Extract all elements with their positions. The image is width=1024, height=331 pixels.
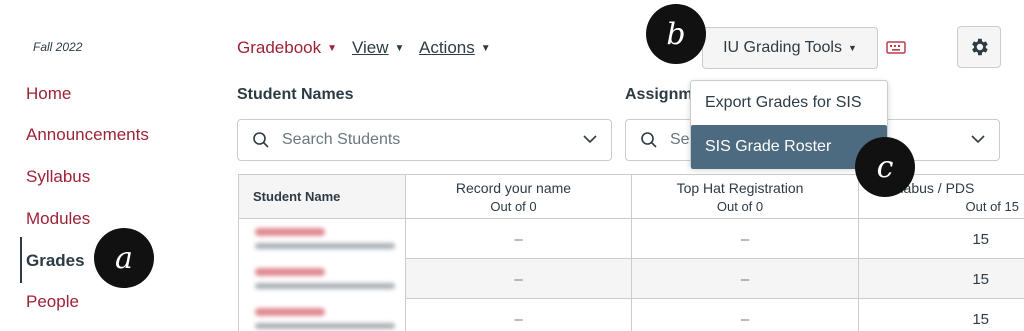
grade-cell[interactable]: 15 [859,259,1009,299]
student-name-cell[interactable] [238,259,406,299]
student-name-header[interactable]: Student Name [238,175,406,219]
annotation-badge-c: c [855,137,915,197]
student-name-cell[interactable] [238,299,406,331]
annotation-badge-b: b [646,4,706,64]
iu-grading-tools-button[interactable]: IU Grading Tools ▼ [702,27,878,69]
grade-cell[interactable]: – [632,259,859,299]
nav-item-modules[interactable]: Modules [26,209,90,229]
redacted-section [255,323,395,329]
redacted-section [255,283,395,289]
student-search-placeholder: Search Students [282,131,401,148]
redacted-name [255,228,325,236]
student-search-input[interactable]: Search Students [237,119,612,161]
table-row: – – 15 [238,219,1024,259]
column-subtitle: Out of 0 [716,199,764,214]
grade-cell[interactable]: – [406,259,632,299]
column-header[interactable]: Top Hat Registration Out of 0 [632,175,859,219]
grade-cell[interactable]: – [406,219,632,259]
caret-down-icon: ▼ [847,43,857,53]
nav-item-home[interactable]: Home [26,84,71,104]
annotation-badge-a: a [94,228,154,288]
view-menu[interactable]: View ▼ [352,38,404,58]
column-header[interactable]: Record your name Out of 0 [406,175,632,219]
actions-label: Actions [419,38,475,57]
caret-down-icon: ▼ [327,43,338,54]
grade-cell[interactable]: – [632,219,859,259]
keyboard-icon[interactable] [886,39,906,55]
table-row: – – 15 [238,259,1024,299]
redacted-name [255,308,325,316]
student-names-label: Student Names [237,86,354,103]
gear-icon [972,38,988,56]
column-title: Record your name [455,180,572,196]
caret-down-icon: ▼ [480,43,491,54]
assignment-search-placeholder: Se [670,131,690,148]
grade-cell[interactable]: 15 [859,219,1009,259]
column-subtitle: Out of 0 [490,199,537,214]
active-indicator [20,237,22,283]
column-subtitle: Out of 15 [965,199,1019,214]
nav-item-syllabus[interactable]: Syllabus [26,167,90,187]
table-row: – – 15 [238,299,1024,331]
nav-item-announcements[interactable]: Announcements [26,125,149,145]
grading-tools-label: IU Grading Tools [723,39,842,56]
assignment-label: Assignm [625,86,693,103]
gradebook-label: Gradebook [237,38,322,57]
nav-item-people[interactable]: People [26,292,79,312]
chevron-down-icon [971,135,985,144]
menu-item-export-grades-sis[interactable]: Export Grades for SIS [691,81,887,125]
gradebook-grid: Student Name Record your name Out of 0 T… [238,174,1024,331]
settings-button[interactable] [957,26,1001,68]
search-icon [641,132,657,148]
view-label: View [352,38,389,57]
search-icon [253,132,269,148]
grade-cell[interactable]: – [632,299,859,331]
nav-item-grades[interactable]: Grades [26,251,85,271]
redacted-section [255,243,395,249]
chevron-down-icon [583,135,597,144]
student-name-cell[interactable] [238,219,406,259]
redacted-name [255,268,325,276]
caret-down-icon: ▼ [394,43,405,54]
actions-menu[interactable]: Actions ▼ [419,38,491,58]
grade-cell[interactable]: 15 [859,299,1009,331]
column-title: Top Hat Registration [676,180,804,196]
grade-cell[interactable]: – [406,299,632,331]
gradebook-menu[interactable]: Gradebook ▼ [237,38,337,58]
